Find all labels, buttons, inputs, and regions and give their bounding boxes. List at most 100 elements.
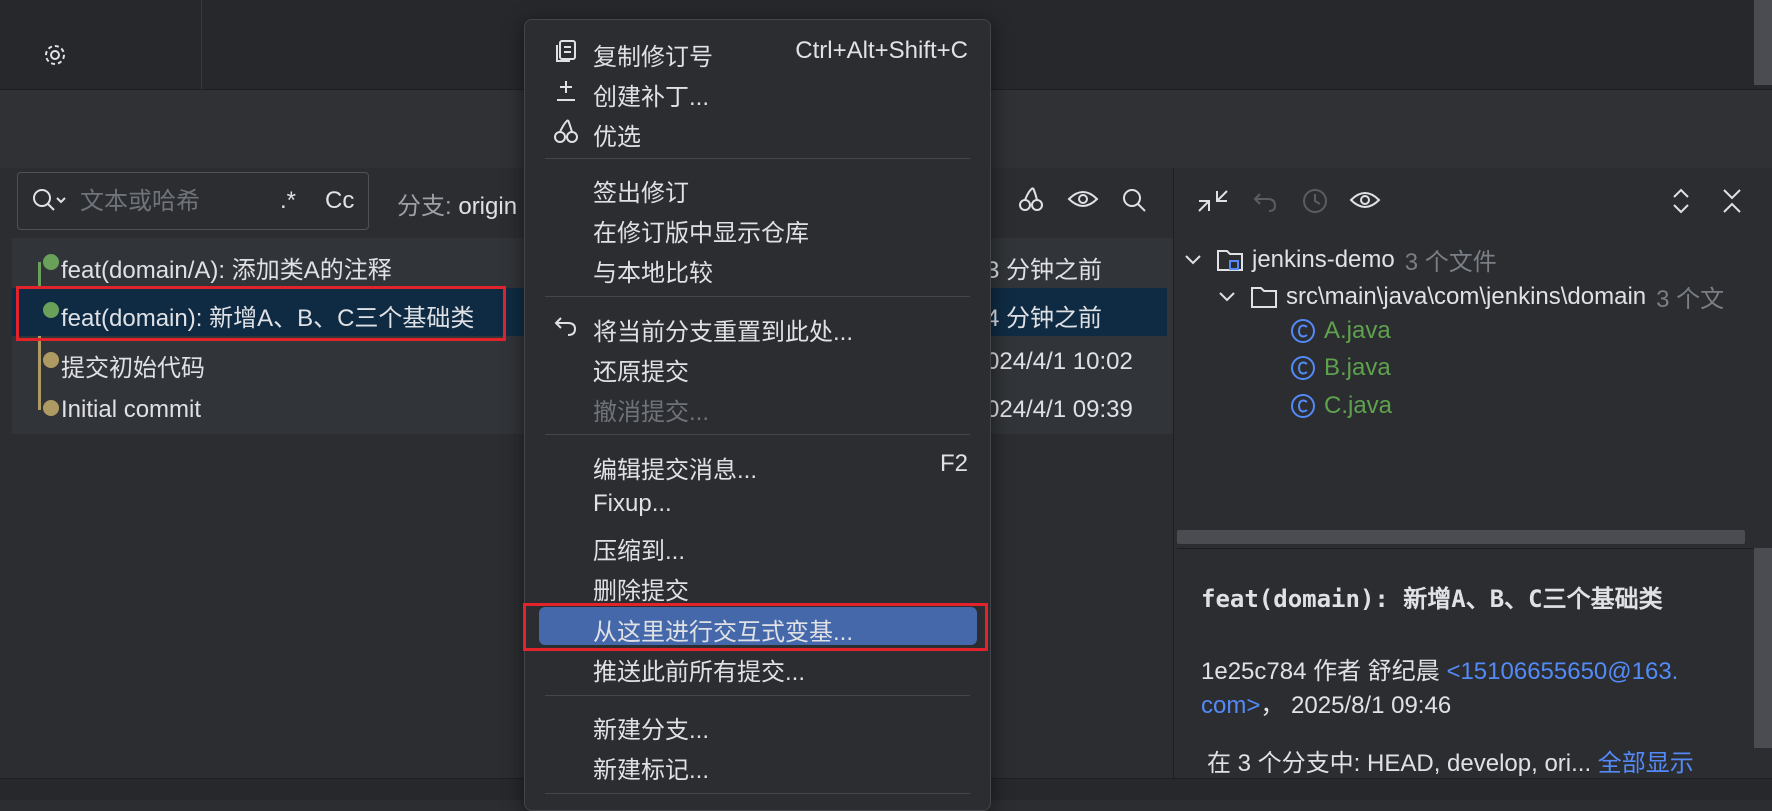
commit-date: 3 分钟之前 — [986, 257, 1103, 284]
module-folder-icon — [1216, 248, 1244, 272]
case-toggle[interactable]: Cc — [325, 187, 354, 215]
menu-separator — [545, 793, 970, 794]
graph-dot — [43, 254, 59, 270]
commit-date: 024/4/1 09:39 — [986, 396, 1133, 423]
tree-root[interactable]: jenkins-demo 3 个文件 — [1184, 242, 1497, 277]
commit-date: ， 2025/8/1 09:46 — [1260, 692, 1452, 719]
branch-filter-value: origin — [458, 193, 518, 220]
reset-icon — [553, 313, 579, 339]
tree-root-name: jenkins-demo — [1252, 245, 1395, 273]
menu-separator — [545, 158, 970, 159]
patch-icon — [553, 78, 579, 104]
commit-date: 4 分钟之前 — [986, 305, 1103, 332]
cherry-pick-icon — [553, 118, 579, 144]
search-icon[interactable] — [32, 188, 66, 214]
collapse-arrows-icon[interactable] — [1196, 186, 1230, 216]
commit-subject: feat(domain): 新增A、B、C三个基础类 — [1201, 585, 1663, 613]
menu-item-reset-branch[interactable]: 将当前分支重置到此处... — [535, 307, 978, 346]
scrollbar[interactable] — [1754, 548, 1772, 748]
menu-label: 新建分支... — [593, 717, 710, 744]
menu-item-show-repo-at-revision[interactable]: 在修订版中显示仓库 — [535, 208, 978, 247]
tree-root-count: 3 个文件 — [1404, 249, 1497, 276]
cherry-pick-icon[interactable] — [1016, 184, 1046, 214]
commit-meta-line: com>， 2025/8/1 09:46 — [1201, 685, 1451, 720]
menu-separator — [545, 434, 970, 435]
commit-meta-line: 1e25c784 作者 舒纪晨 <15106655650@163. — [1201, 651, 1678, 686]
menu-item-checkout-revision[interactable]: 签出修订 — [535, 168, 978, 207]
context-menu: 复制修订号 Ctrl+Alt+Shift+C 创建补丁... 优选 签出修订 在… — [524, 19, 991, 811]
menu-label: 删除提交 — [593, 578, 689, 605]
menu-label: 编辑提交消息... — [593, 457, 758, 484]
menu-item-undo-commit: 撤消提交... — [535, 387, 978, 426]
file-name: C.java — [1324, 392, 1393, 419]
menu-shortcut: F2 — [939, 450, 968, 477]
author-email-link[interactable]: com> — [1201, 692, 1260, 719]
expand-collapse-icon[interactable] — [1668, 186, 1694, 216]
menu-item-drop-commit[interactable]: 删除提交 — [535, 566, 978, 605]
gear-icon[interactable] — [40, 40, 70, 70]
class-icon — [1290, 318, 1316, 344]
menu-item-new-branch[interactable]: 新建分支... — [535, 705, 978, 744]
menu-label: 签出修订 — [593, 180, 689, 207]
branch-filter-label: 分支: — [397, 193, 452, 220]
folder-icon — [1250, 285, 1278, 309]
history-icon — [1300, 186, 1330, 216]
menu-label: 撤消提交... — [593, 399, 710, 426]
menu-item-fixup[interactable]: Fixup... — [535, 485, 978, 523]
commit-message: Initial commit — [61, 396, 202, 423]
search-icon[interactable] — [1120, 186, 1150, 216]
tree-file[interactable]: B.java — [1290, 354, 1391, 382]
close-icon[interactable] — [1718, 186, 1746, 216]
search-input[interactable] — [78, 173, 282, 231]
commit-message: 提交初始代码 — [61, 355, 205, 382]
chevron-down-icon[interactable] — [1218, 291, 1236, 303]
menu-label: 还原提交 — [593, 359, 689, 386]
graph-dot — [43, 400, 59, 416]
branches-text: 在 3 个分支中: HEAD, develop, ori... — [1207, 750, 1592, 777]
menu-label: 优选 — [593, 124, 641, 151]
commit-meta: 1e25c784 作者 舒纪晨 — [1201, 658, 1447, 685]
show-all-link[interactable]: 全部显示 — [1598, 750, 1694, 777]
menu-label: 创建补丁... — [593, 84, 710, 111]
branch-filter[interactable]: 分支: origin — [397, 186, 517, 221]
menu-item-edit-commit-message[interactable]: 编辑提交消息... F2 — [535, 445, 978, 484]
file-name: A.java — [1324, 317, 1391, 344]
menu-label: 在修订版中显示仓库 — [593, 220, 809, 247]
menu-item-new-tag[interactable]: 新建标记... — [535, 745, 978, 784]
author-email-link[interactable]: <15106655650@163. — [1446, 658, 1678, 685]
menu-item-squash-into[interactable]: 压缩到... — [535, 526, 978, 565]
commit-message: feat(domain/A): 添加类A的注释 — [61, 257, 392, 284]
menu-item-compare-with-local[interactable]: 与本地比较 — [535, 248, 978, 287]
menu-item-cherry-pick[interactable]: 优选 — [535, 112, 978, 151]
menu-label: 将当前分支重置到此处... — [593, 319, 854, 346]
file-name: B.java — [1324, 354, 1391, 381]
menu-item-push-all-before[interactable]: 推送此前所有提交... — [535, 647, 978, 686]
undo-icon — [1250, 186, 1280, 216]
graph-dot — [43, 352, 59, 368]
class-icon — [1290, 355, 1316, 381]
branches-line: 在 3 个分支中: HEAD, develop, ori... 全部显示 — [1207, 743, 1694, 778]
menu-label: 推送此前所有提交... — [593, 659, 806, 686]
commit-details: feat(domain): 新增A、B、C三个基础类 1e25c784 作者 舒… — [1177, 548, 1755, 779]
regex-toggle[interactable]: .* — [280, 187, 296, 215]
menu-label: 新建标记... — [593, 757, 710, 784]
highlight-box — [16, 286, 506, 341]
search-box[interactable]: .* Cc — [17, 172, 369, 231]
scrollbar[interactable] — [1754, 0, 1772, 85]
menu-item-copy-revision[interactable]: 复制修订号 Ctrl+Alt+Shift+C — [535, 32, 978, 71]
menu-item-create-patch[interactable]: 创建补丁... — [535, 72, 978, 111]
chevron-down-icon[interactable] — [1184, 254, 1202, 266]
tree-file[interactable]: A.java — [1290, 317, 1391, 345]
menu-item-revert-commit[interactable]: 还原提交 — [535, 347, 978, 386]
tree-folder-count: 3 个文 — [1656, 286, 1725, 313]
copy-icon — [553, 38, 579, 64]
menu-label: 与本地比较 — [593, 260, 713, 287]
tree-file[interactable]: C.java — [1290, 392, 1392, 420]
tree-folder[interactable]: src\main\java\com\jenkins\domain 3 个文 — [1218, 279, 1724, 314]
menu-shortcut: Ctrl+Alt+Shift+C — [795, 37, 968, 64]
eye-icon[interactable] — [1348, 186, 1384, 216]
scrollbar[interactable] — [1177, 530, 1745, 544]
eye-icon[interactable] — [1066, 186, 1102, 214]
menu-separator — [545, 296, 970, 297]
class-icon — [1290, 393, 1316, 419]
